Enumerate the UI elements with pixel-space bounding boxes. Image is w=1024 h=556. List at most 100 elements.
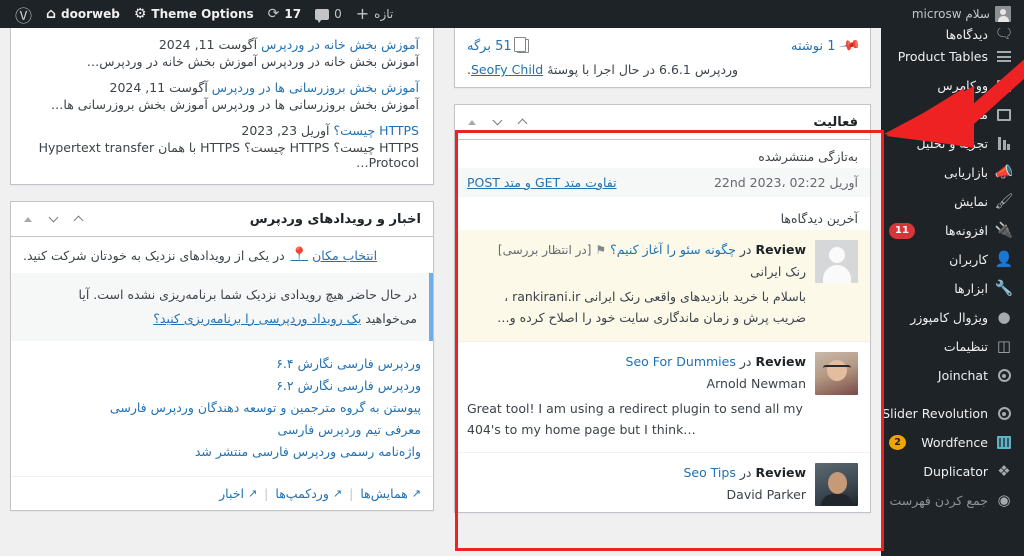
list-item: واژه‌نامه رسمی وردپرس فارسی منتشر شد bbox=[23, 444, 421, 459]
sidebar-item-plugins[interactable]: 🔌 افزونه‌ها 11 bbox=[881, 216, 1024, 245]
sidebar-item-label: Joinchat bbox=[937, 368, 988, 383]
external-link-icon: ↗ bbox=[332, 486, 343, 500]
draft-link[interactable]: آموزش بخش خانه در وردپرس bbox=[261, 37, 419, 52]
choose-location-link[interactable]: انتخاب مکان 📍 bbox=[291, 247, 377, 263]
sidebar-item-comments[interactable]: 🗨 دیدگاه‌ها bbox=[881, 28, 1024, 42]
news-archive-link[interactable]: ↗ اخبار bbox=[219, 486, 257, 501]
posts-count-link[interactable]: 📌 1 نوشته bbox=[791, 34, 861, 57]
news-link[interactable]: وردپرس فارسی نگارش ۶.۴ bbox=[276, 356, 421, 371]
sidebar-item-settings[interactable]: ◫ تنظیمات bbox=[881, 332, 1024, 361]
list-item: وردپرس فارسی نگارش ۶.۴ bbox=[23, 356, 421, 371]
flag-icon: ⚑ bbox=[595, 243, 607, 257]
comment-body: Review در Seo For Dummies Arnold Newman … bbox=[467, 352, 806, 441]
avatar bbox=[815, 240, 858, 283]
sidebar-item-users[interactable]: 👤 کاربران bbox=[881, 245, 1024, 274]
wordpress-logo-icon: Ⓥ bbox=[15, 6, 32, 27]
sidebar-item-slider-revolution[interactable]: Slider Revolution bbox=[881, 399, 1024, 428]
sidebar-item-label: Duplicator bbox=[923, 464, 988, 479]
dashboard-content: در یک نگاه 📌 1 نوشته bbox=[0, 0, 881, 556]
theme-options-menu[interactable]: Theme Options ⚙ bbox=[127, 0, 261, 28]
sidebar-item-joinchat[interactable]: Joinchat bbox=[881, 361, 1024, 390]
screen-root: سلام microsw تازه + 0 17 ⟳ Theme Options… bbox=[0, 0, 1024, 556]
move-down-icon[interactable] bbox=[42, 209, 64, 229]
schedule-event-link[interactable]: یک رویداد وردپرسی را برنامه‌ریزی کنید؟ bbox=[153, 311, 361, 326]
appearance-brush-icon: 🖌 bbox=[994, 192, 1014, 210]
no-events-notice: در حال حاضر هیچ رویدادی نزدیک شما برنامه… bbox=[11, 273, 433, 341]
sidebar-item-label: نمایش bbox=[954, 194, 988, 209]
sidebar-item-label: تجزیه و تحلیل bbox=[916, 136, 988, 151]
draft-item: آموزش بخش بروزرسانی ها در وردپرس آگوست 1… bbox=[25, 80, 419, 112]
news-link[interactable]: پیوستن به گروه مترجمین و توسعه دهندگان و… bbox=[110, 400, 421, 415]
comment-on-word: در bbox=[739, 353, 752, 369]
pages-count-link[interactable]: 51 برگه bbox=[467, 37, 529, 54]
sidebar-item-marketing[interactable]: 📣 بازاریابی bbox=[881, 158, 1024, 187]
at-a-glance-counts: 📌 1 نوشته 51 برگه bbox=[467, 34, 861, 62]
plus-icon: + bbox=[355, 4, 370, 23]
move-up-icon[interactable] bbox=[67, 209, 89, 229]
users-icon: 👤 bbox=[994, 250, 1014, 268]
sidebar-item-duplicator[interactable]: ❖ Duplicator bbox=[881, 457, 1024, 486]
active-theme-link[interactable]: SeoFy Child bbox=[471, 62, 543, 77]
events-location-row: انتخاب مکان 📍 در یکی از رویدادهای نزدیک … bbox=[11, 237, 433, 273]
sidebar-collapse-menu[interactable]: ◉ جمع کردن فهرست bbox=[881, 486, 1024, 515]
admin-bar-left: سلام microsw bbox=[905, 0, 1018, 28]
sidebar-item-appearance[interactable]: 🖌 نمایش bbox=[881, 187, 1024, 216]
sidebar-item-label: Slider Revolution bbox=[882, 406, 988, 421]
draft-link[interactable]: آموزش بخش بروزرسانی ها در وردپرس bbox=[212, 80, 419, 95]
comment-bubble-icon bbox=[315, 8, 330, 23]
updates-menu[interactable]: 17 ⟳ bbox=[261, 0, 308, 28]
sidebar-item-products[interactable]: محصولات bbox=[881, 100, 1024, 129]
wp-logo-menu[interactable]: Ⓥ bbox=[8, 0, 39, 28]
plugins-update-badge: 11 bbox=[889, 222, 915, 239]
news-link[interactable]: وردپرس فارسی نگارش ۶.۲ bbox=[276, 378, 421, 393]
wp-news-footer-links: ↗ همایش‌ها | ↗ وردکمپ‌ها | ↗ اخبار bbox=[11, 475, 433, 510]
comments-count: 0 bbox=[334, 7, 342, 21]
pages-count-label: 51 برگه bbox=[467, 38, 512, 54]
comment-item: Review در چگونه سئو را آغاز کنیم؟ ⚑ [در … bbox=[455, 230, 870, 341]
news-link[interactable]: واژه‌نامه رسمی وردپرس فارسی منتشر شد bbox=[195, 444, 421, 459]
sidebar-item-analytics[interactable]: تجزیه و تحلیل bbox=[881, 129, 1024, 158]
sidebar-item-product-tables[interactable]: Product Tables bbox=[881, 42, 1024, 71]
sidebar-item-tools[interactable]: 🔧 ابزارها bbox=[881, 274, 1024, 303]
site-name-menu[interactable]: doorweb ⌂ bbox=[39, 0, 127, 28]
new-content-menu[interactable]: تازه + bbox=[349, 0, 400, 28]
megaphone-icon: 📣 bbox=[994, 163, 1014, 181]
comment-post-link[interactable]: Seo Tips bbox=[683, 465, 735, 480]
avatar bbox=[815, 463, 858, 507]
sidebar-item-label: دیدگاه‌ها bbox=[945, 28, 988, 42]
whatsapp-circle-icon bbox=[995, 367, 1013, 385]
sidebar-item-label: کاربران bbox=[949, 252, 988, 267]
recently-published-row: آوریل 22nd 2023، 02:22 تفاوت متد GET و م… bbox=[455, 168, 870, 197]
toggle-panel-icon[interactable] bbox=[17, 209, 39, 229]
recent-drafts-body: پیش‌نویس‌های اخیر شما آموزش بخش خانه در … bbox=[11, 1, 433, 184]
meetups-link[interactable]: ↗ همایش‌ها bbox=[360, 486, 421, 501]
visual-composer-icon: ● bbox=[997, 308, 1011, 326]
divider: | bbox=[349, 485, 354, 501]
comments-bubble[interactable]: 0 bbox=[308, 0, 349, 28]
external-link-icon: ↗ bbox=[411, 486, 421, 500]
list-item: وردپرس فارسی نگارش ۶.۲ bbox=[23, 378, 421, 393]
wordcamps-link[interactable]: ↗ وردکمپ‌ها bbox=[275, 486, 342, 501]
sidebar-item-wordfence[interactable]: Wordfence 2 bbox=[881, 428, 1024, 457]
sidebar-item-visual-composer[interactable]: ● ویژوال کامپوزر bbox=[881, 303, 1024, 332]
recently-published-title: به‌تازگی منتشرشده bbox=[758, 149, 858, 164]
woocommerce-icon bbox=[995, 77, 1013, 95]
widget-wordpress-news: اخبار و رویدادهای وردپرس انتخاب مکان 📍 د… bbox=[10, 201, 434, 511]
toggle-panel-icon[interactable] bbox=[461, 112, 483, 132]
widget-activity: فعالیت به‌تازگی منتشرشده آوریل 22nd 2023… bbox=[454, 104, 871, 514]
user-avatar bbox=[995, 6, 1011, 22]
move-up-icon[interactable] bbox=[511, 112, 533, 132]
sidebar-item-woocommerce[interactable]: ووکامرس bbox=[881, 71, 1024, 100]
comment-on-word: در bbox=[739, 242, 752, 257]
events-intro-text: در یکی از رویدادهای نزدیک به خودتان شرکت… bbox=[23, 247, 285, 263]
news-link[interactable]: معرفی تیم وردپرس فارسی bbox=[278, 422, 422, 437]
comment-type-label: Review bbox=[755, 465, 806, 481]
comment-post-link[interactable]: چگونه سئو را آغاز کنیم؟ bbox=[610, 242, 736, 257]
move-down-icon[interactable] bbox=[486, 112, 508, 132]
comment-post-link[interactable]: Seo For Dummies bbox=[626, 354, 736, 369]
sidebar-item-label: ویژوال کامپوزر bbox=[910, 310, 988, 325]
draft-date: آگوست 11, 2024 bbox=[158, 37, 258, 52]
draft-link[interactable]: HTTPS چیست؟ bbox=[334, 123, 419, 138]
my-account-menu[interactable]: سلام microsw bbox=[905, 0, 1018, 28]
published-post-link[interactable]: تفاوت متد GET و متد POST bbox=[467, 175, 617, 190]
